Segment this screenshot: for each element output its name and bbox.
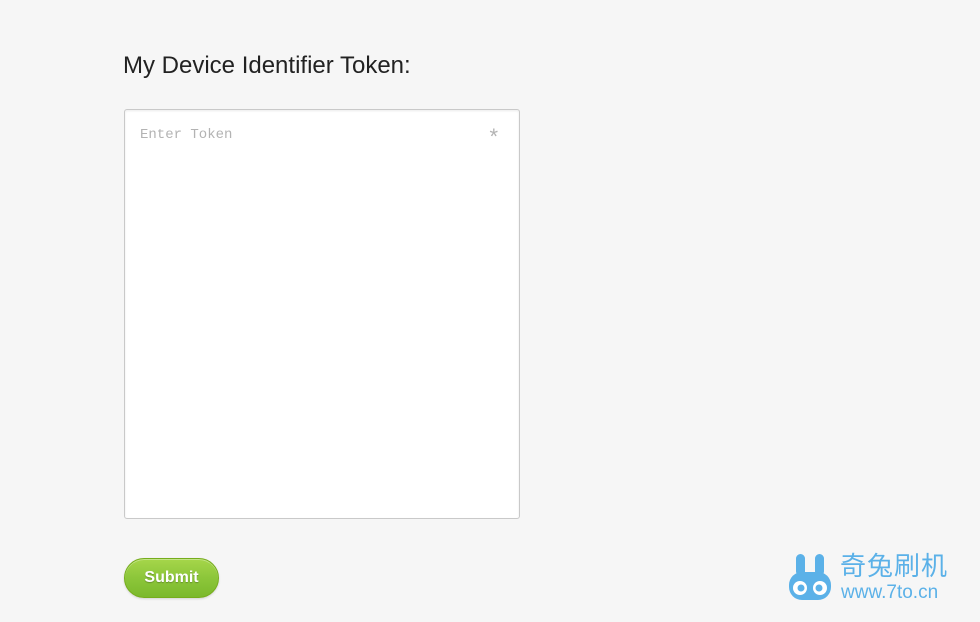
token-input[interactable] bbox=[125, 110, 519, 518]
required-asterisk: * bbox=[489, 124, 498, 149]
page-title: My Device Identifier Token: bbox=[123, 52, 411, 79]
token-field-container: * bbox=[124, 109, 520, 519]
watermark-title: 奇兔刷机 bbox=[840, 552, 949, 582]
submit-button[interactable]: Submit bbox=[124, 558, 219, 598]
watermark-logo: 奇兔刷机 www.7to.cn bbox=[786, 550, 966, 608]
watermark-url: www.7to.cn bbox=[841, 582, 939, 603]
rabbit-logo-icon bbox=[789, 554, 831, 600]
